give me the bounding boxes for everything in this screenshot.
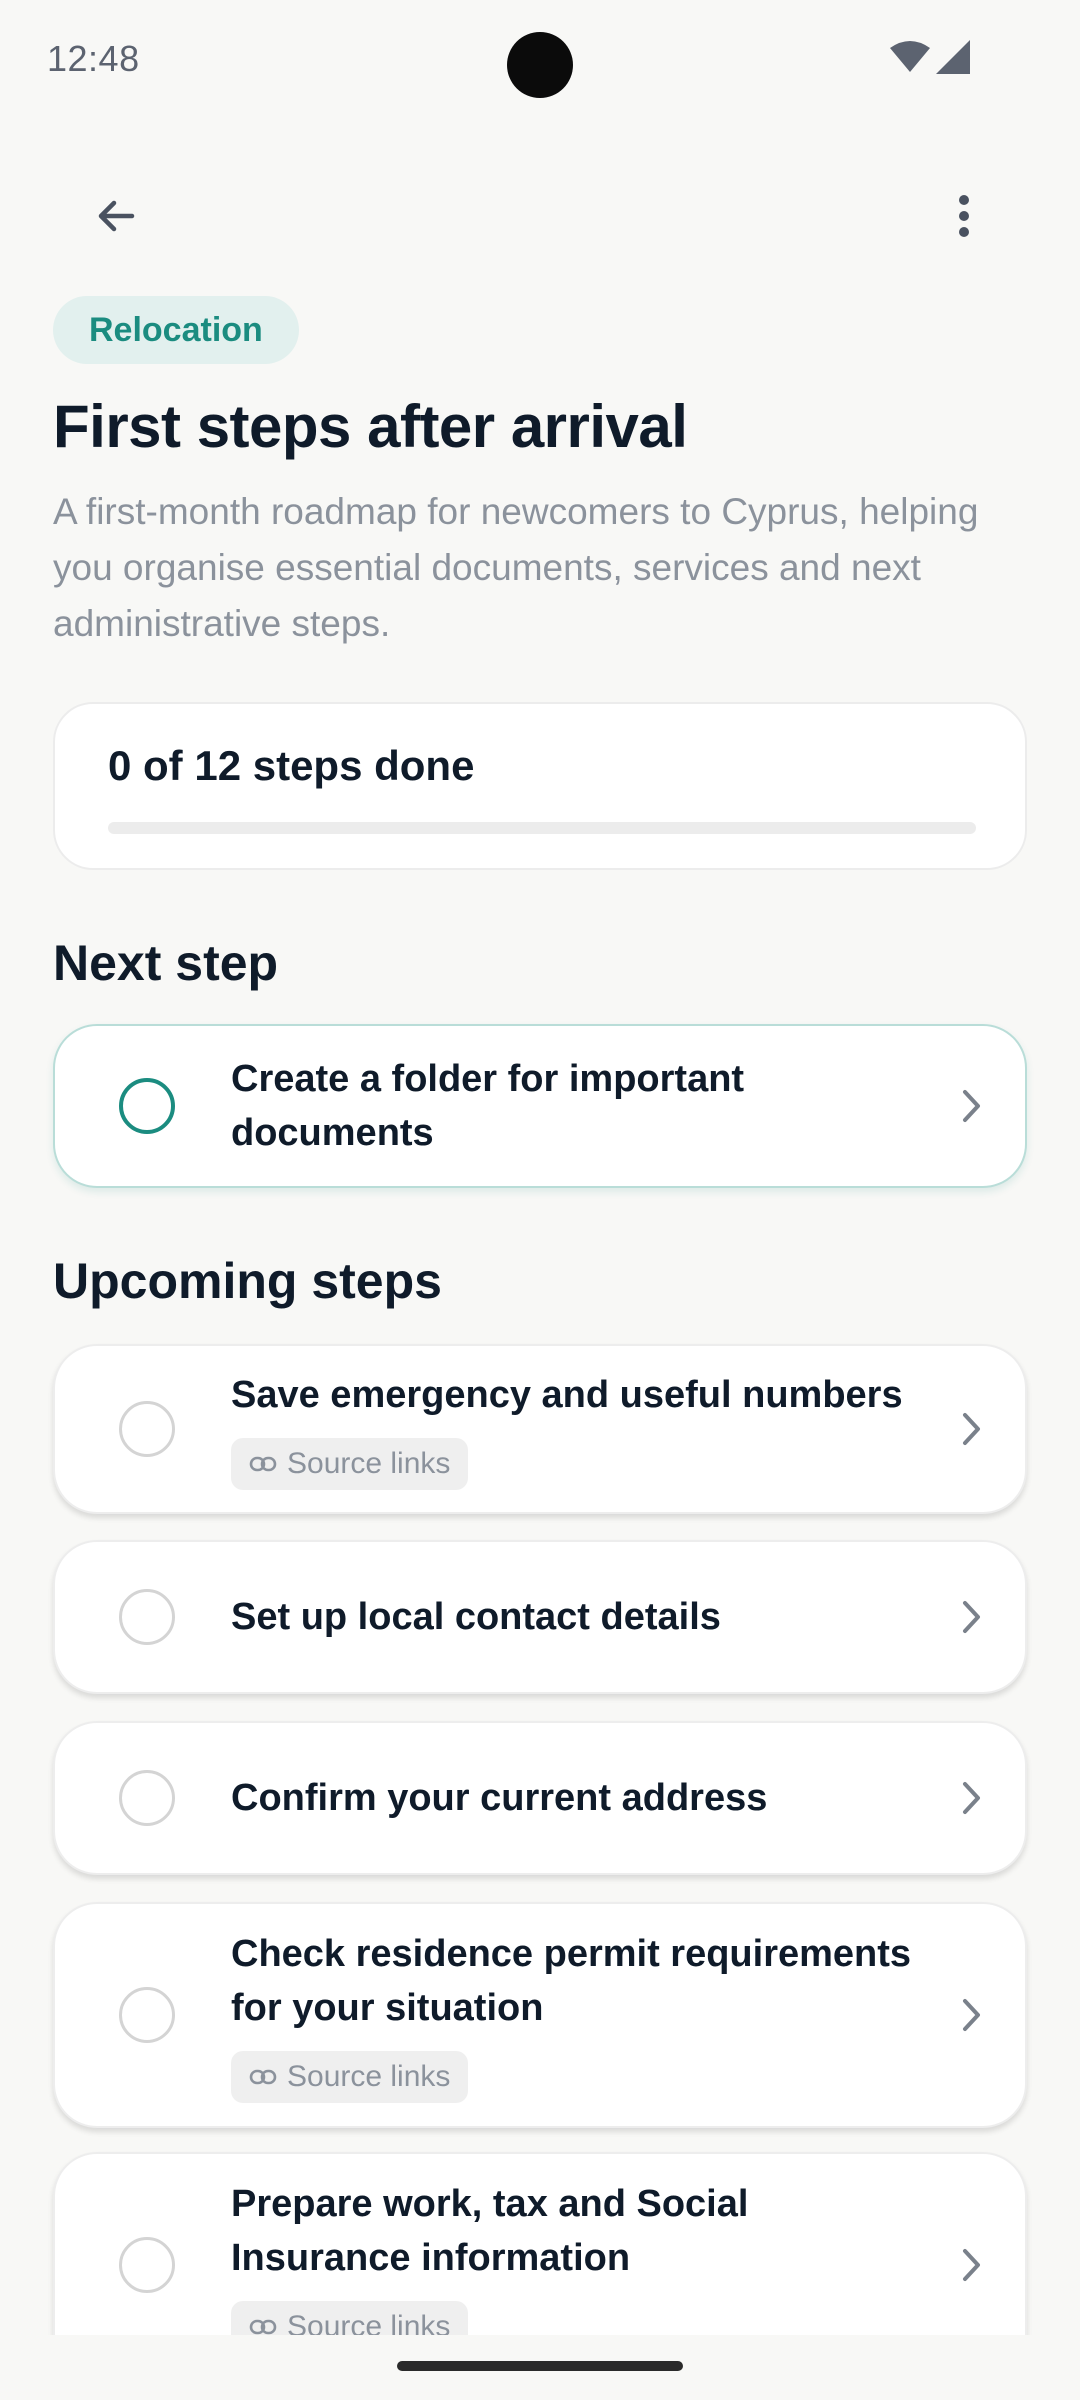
step-checkbox[interactable] — [119, 1078, 175, 1134]
source-links-chip: Source links — [231, 2051, 469, 2103]
step-card-residence-permit[interactable]: Check residence permit requirements for … — [53, 1902, 1027, 2128]
link-icon — [249, 1456, 277, 1472]
step-body: Confirm your current address — [231, 1723, 915, 1873]
back-button[interactable] — [70, 170, 162, 262]
step-title: Set up local contact details — [231, 1596, 721, 1638]
screen: 12:48 Relocation First steps after arriv… — [0, 0, 1080, 2400]
progress-bar — [108, 822, 976, 834]
camera-cutout — [507, 32, 573, 98]
chevron-right-icon — [951, 1086, 991, 1126]
more-options-button[interactable] — [918, 170, 1010, 262]
step-card-local-contact[interactable]: Set up local contact details — [53, 1540, 1027, 1694]
page-description: A first-month roadmap for newcomers to C… — [53, 491, 979, 644]
upcoming-steps-heading: Upcoming steps — [53, 1253, 442, 1309]
progress-card: 0 of 12 steps done — [53, 702, 1027, 870]
chevron-right-icon — [951, 2245, 991, 2285]
step-checkbox[interactable] — [119, 1401, 175, 1457]
step-body: Set up local contact details — [231, 1542, 915, 1692]
chevron-right-icon — [951, 1597, 991, 1637]
wifi-icon — [890, 41, 930, 72]
step-title: Save emergency and useful numbers — [231, 1374, 903, 1416]
step-checkbox[interactable] — [119, 1589, 175, 1645]
status-bar: 12:48 — [0, 0, 1080, 120]
step-title: Create a folder for important documents — [231, 1058, 745, 1154]
step-body: Check residence permit requirements for … — [231, 1904, 915, 2126]
step-card-current-address[interactable]: Confirm your current address — [53, 1721, 1027, 1875]
step-title: Prepare work, tax and Social Insurance i… — [231, 2183, 749, 2279]
step-title: Confirm your current address — [231, 1777, 768, 1819]
arrow-back-icon — [98, 200, 135, 232]
more-vert-icon — [959, 195, 969, 237]
status-time: 12:48 — [47, 38, 140, 79]
chevron-right-icon — [951, 1778, 991, 1818]
status-icons — [890, 40, 970, 74]
step-title: Check residence permit requirements for … — [231, 1933, 912, 2029]
next-step-heading: Next step — [53, 935, 279, 991]
signal-icon — [936, 40, 970, 74]
next-step-card[interactable]: Create a folder for important documents — [53, 1024, 1027, 1188]
progress-label: 0 of 12 steps done — [108, 742, 475, 789]
step-body: Create a folder for important documents — [231, 1026, 915, 1186]
step-card-emergency-numbers[interactable]: Save emergency and useful numbers Source… — [53, 1344, 1027, 1514]
source-links-chip: Source links — [231, 1438, 469, 1490]
link-icon — [249, 2069, 277, 2085]
top-app-bar — [0, 160, 1080, 256]
category-tag: Relocation — [53, 296, 299, 364]
chevron-right-icon — [951, 1995, 991, 2035]
page-title: First steps after arrival — [53, 393, 688, 460]
link-icon — [249, 2319, 277, 2335]
source-links-label: Source links — [287, 2060, 451, 2093]
source-links-label: Source links — [287, 1447, 451, 1480]
step-checkbox[interactable] — [119, 1770, 175, 1826]
chevron-right-icon — [951, 1409, 991, 1449]
step-body: Save emergency and useful numbers Source… — [231, 1346, 915, 1512]
step-checkbox[interactable] — [119, 2237, 175, 2293]
step-checkbox[interactable] — [119, 1987, 175, 2043]
gesture-navigation-bar[interactable] — [397, 2361, 683, 2371]
